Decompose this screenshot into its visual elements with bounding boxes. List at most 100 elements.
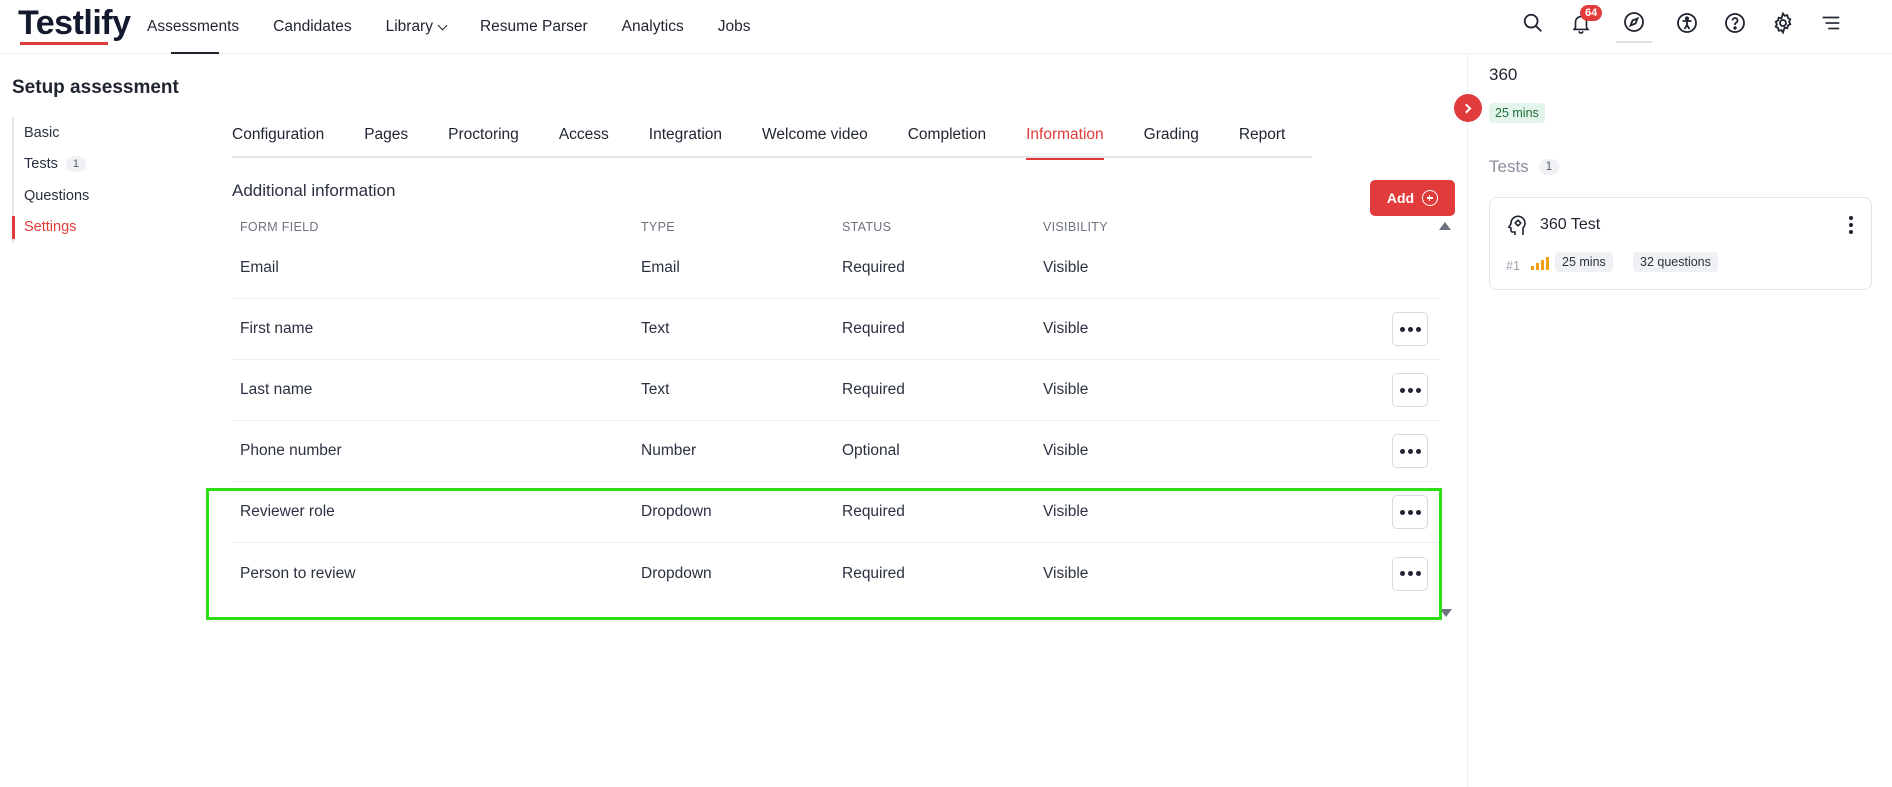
help-icon[interactable] <box>1722 10 1748 36</box>
ellipsis-icon <box>1407 326 1413 332</box>
row-more-options-button[interactable] <box>1392 312 1428 346</box>
table-row: Person to review Dropdown Required Visib… <box>232 543 1440 604</box>
main-nav: Assessments Candidates Library Resume Pa… <box>130 0 767 54</box>
nav-library-label: Library <box>385 18 433 35</box>
assessment-duration-badge: 25 mins <box>1489 103 1545 123</box>
tab-configuration[interactable]: Configuration <box>232 118 324 158</box>
field-name: Phone number <box>240 442 342 459</box>
field-visibility: Visible <box>1043 503 1089 520</box>
row-more-options-button[interactable] <box>1392 434 1428 468</box>
ellipsis-icon <box>1399 571 1405 576</box>
row-more-options-button[interactable] <box>1392 495 1428 529</box>
menu-icon[interactable] <box>1818 10 1844 36</box>
sidebar-item-label: Basic <box>24 124 60 141</box>
field-status: Required <box>842 320 905 337</box>
field-visibility: Visible <box>1043 442 1089 459</box>
sidebar-item-questions[interactable]: Questions <box>14 180 89 212</box>
test-number: #1 <box>1506 259 1520 273</box>
compass-icon[interactable] <box>1616 3 1652 43</box>
form-fields-table: FORM FIELD TYPE STATUS VISIBILITY Email … <box>232 214 1440 604</box>
add-field-button[interactable]: Add <box>1370 180 1455 216</box>
field-status: Required <box>842 381 905 398</box>
ellipsis-icon <box>1415 387 1421 393</box>
field-type: Email <box>641 259 680 276</box>
field-type: Number <box>641 442 697 459</box>
nav-resume-parser[interactable]: Resume Parser <box>463 0 605 54</box>
row-more-options-button[interactable] <box>1392 556 1428 591</box>
field-status: Optional <box>842 442 900 459</box>
ellipsis-icon <box>1399 387 1405 393</box>
nav-assessments[interactable]: Assessments <box>130 0 256 54</box>
difficulty-bars-icon <box>1531 256 1549 270</box>
notification-badge: 64 <box>1580 5 1603 21</box>
tab-access[interactable]: Access <box>559 118 609 158</box>
ellipsis-icon <box>1399 509 1405 515</box>
chevron-down-icon <box>437 20 448 30</box>
table-row: Last name Text Required Visible <box>232 360 1440 421</box>
field-status: Required <box>842 564 905 582</box>
brain-head-icon <box>1506 214 1530 238</box>
add-button-label: Add <box>1386 190 1415 206</box>
tab-integration[interactable]: Integration <box>649 118 722 158</box>
tab-report[interactable]: Report <box>1239 118 1286 158</box>
ellipsis-icon <box>1407 387 1413 393</box>
tab-welcome-video[interactable]: Welcome video <box>762 118 868 158</box>
field-type: Text <box>641 381 670 398</box>
top-icon-bar: 64 <box>1520 0 1844 46</box>
sidebar-item-settings[interactable]: Settings <box>11 212 89 244</box>
tab-proctoring[interactable]: Proctoring <box>448 118 519 158</box>
ellipsis-icon <box>1415 326 1421 332</box>
ellipsis-icon <box>1399 326 1405 332</box>
assessment-name: 360 <box>1489 65 1518 84</box>
field-name: Person to review <box>240 564 356 582</box>
testlify-logo[interactable]: Testlify <box>18 4 131 43</box>
field-name: First name <box>240 320 314 337</box>
chevron-right-icon <box>1461 103 1472 113</box>
ellipsis-icon <box>1407 509 1413 515</box>
gear-icon[interactable] <box>1770 10 1796 36</box>
tab-pages[interactable]: Pages <box>364 118 408 158</box>
field-name: Email <box>240 259 279 276</box>
table-row: Phone number Number Optional Visible <box>232 421 1440 482</box>
nav-candidates-label: Candidates <box>273 18 352 35</box>
tab-completion[interactable]: Completion <box>908 118 986 158</box>
scroll-up-arrow-icon[interactable] <box>1439 222 1451 230</box>
header-form-field: FORM FIELD <box>240 220 319 234</box>
field-name: Last name <box>240 381 313 398</box>
nav-library[interactable]: Library <box>369 0 463 54</box>
bell-icon[interactable]: 64 <box>1568 5 1603 36</box>
accessibility-icon[interactable] <box>1674 10 1700 36</box>
ellipsis-icon <box>1415 448 1421 454</box>
tests-count-badge: 1 <box>65 156 86 173</box>
collapse-panel-button[interactable] <box>1454 94 1482 122</box>
tab-information[interactable]: Information <box>1026 118 1104 160</box>
field-status: Required <box>842 503 905 520</box>
field-type: Text <box>641 320 670 337</box>
nav-jobs-label: Jobs <box>717 18 751 35</box>
field-status: Required <box>842 259 905 276</box>
header-visibility: VISIBILITY <box>1043 220 1108 234</box>
field-visibility: Visible <box>1043 259 1089 276</box>
test-card[interactable]: 360 Test #1 25 mins 32 questions <box>1489 197 1872 290</box>
settings-tabs: Configuration Pages Proctoring Access In… <box>232 118 1312 160</box>
table-header: FORM FIELD TYPE STATUS VISIBILITY <box>232 214 1440 238</box>
search-icon[interactable] <box>1520 10 1546 36</box>
field-visibility: Visible <box>1043 381 1089 398</box>
sidebar-item-tests[interactable]: Tests 1 <box>14 149 89 181</box>
test-options-icon[interactable] <box>1849 216 1853 234</box>
page-title: Setup assessment <box>12 77 179 98</box>
plus-circle-icon <box>1422 190 1439 206</box>
sidebar-item-basic[interactable]: Basic <box>14 117 89 149</box>
nav-resume-parser-label: Resume Parser <box>479 18 588 35</box>
scroll-down-arrow-icon[interactable] <box>1440 609 1452 617</box>
ellipsis-icon <box>1407 571 1413 576</box>
field-visibility: Visible <box>1043 320 1089 337</box>
nav-jobs[interactable]: Jobs <box>701 0 768 54</box>
field-name: Reviewer role <box>240 503 335 520</box>
ellipsis-icon <box>1399 448 1405 454</box>
sidebar-item-label: Tests <box>24 156 58 173</box>
nav-candidates[interactable]: Candidates <box>256 0 368 54</box>
nav-analytics[interactable]: Analytics <box>605 0 701 54</box>
tab-grading[interactable]: Grading <box>1144 118 1199 158</box>
row-more-options-button[interactable] <box>1392 373 1428 407</box>
